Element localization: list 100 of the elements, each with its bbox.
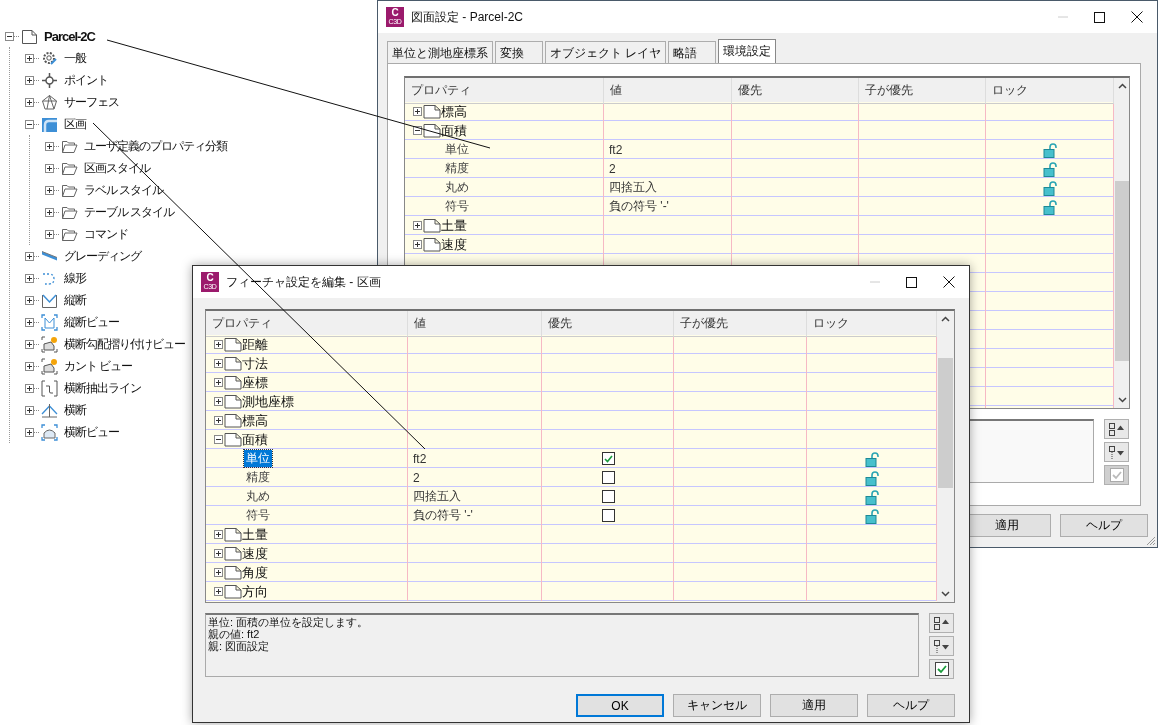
expand-icon[interactable]	[45, 141, 54, 151]
property-value[interactable]: 2	[609, 161, 616, 176]
group-name[interactable]: 座標	[242, 373, 268, 392]
expand-icon[interactable]	[45, 185, 54, 195]
tree-item[interactable]: カント ビュー	[64, 357, 133, 375]
expand-icon[interactable]	[214, 530, 223, 539]
group-name[interactable]: 面積	[441, 121, 467, 140]
expand-icon[interactable]	[214, 397, 223, 406]
tab[interactable]: 略語	[668, 41, 717, 64]
dialog-button[interactable]: キャンセル	[673, 694, 761, 717]
unlocked-icon[interactable]	[865, 469, 879, 486]
tree-item[interactable]: 横断勾配摺り付けビュー	[64, 335, 185, 353]
unlocked-icon[interactable]	[1043, 160, 1057, 177]
expand-icon[interactable]	[214, 568, 223, 577]
tree-item[interactable]: ユーザ定義のプロパティ分類	[84, 137, 227, 155]
checkbox[interactable]	[601, 452, 615, 465]
property-value[interactable]: 負の符号 '-'	[413, 507, 473, 524]
tree-item[interactable]: 横断	[64, 401, 86, 419]
expand-icon[interactable]	[45, 163, 54, 173]
property-value[interactable]: ft2	[413, 451, 427, 466]
collapse-icon[interactable]	[214, 435, 223, 444]
checkbox[interactable]	[601, 509, 615, 522]
property-value[interactable]: 2	[413, 470, 420, 485]
expand-icon[interactable]	[25, 427, 34, 437]
property-name[interactable]: 丸め	[244, 488, 272, 505]
tree-item[interactable]: 線形	[64, 269, 86, 287]
expand-icon[interactable]	[214, 359, 223, 368]
close-icon[interactable]	[943, 276, 955, 288]
collapse-icon[interactable]	[25, 119, 34, 129]
maximize-icon[interactable]	[1094, 11, 1105, 23]
expand-icon[interactable]	[25, 53, 34, 63]
tree-item[interactable]: コマンド	[84, 225, 128, 243]
dialog-button[interactable]: OK	[576, 694, 664, 717]
tree-item[interactable]: 横断ビュー	[64, 423, 119, 441]
dialog-button[interactable]: ヘルプ	[1060, 514, 1148, 537]
checkbox[interactable]	[601, 471, 615, 484]
group-name[interactable]: 速度	[441, 235, 467, 254]
tree-item[interactable]: Parcel-2C	[44, 28, 95, 44]
tab[interactable]: オブジェクト レイヤ	[545, 41, 667, 64]
tree-item[interactable]: 区画スタイル	[84, 159, 150, 177]
resize-grip-icon[interactable]	[1146, 536, 1156, 546]
tool-button[interactable]	[929, 613, 954, 633]
expand-icon[interactable]	[45, 229, 54, 239]
property-name[interactable]: 精度	[244, 469, 272, 486]
property-name[interactable]: 精度	[443, 160, 471, 177]
property-name[interactable]: 符号	[244, 507, 272, 524]
tree-item[interactable]: 縦断	[64, 291, 86, 309]
tool-button[interactable]	[1104, 442, 1129, 462]
tree-item[interactable]: サーフェス	[64, 93, 119, 111]
tool-button[interactable]	[1104, 419, 1129, 439]
group-name[interactable]: 測地座標	[242, 392, 294, 411]
expand-icon[interactable]	[214, 340, 223, 349]
group-name[interactable]: 標高	[441, 102, 467, 121]
group-name[interactable]: 角度	[242, 563, 268, 582]
scrollbar-thumb[interactable]	[938, 358, 953, 488]
maximize-icon[interactable]	[906, 276, 917, 288]
expand-icon[interactable]	[214, 587, 223, 596]
group-name[interactable]: 土量	[441, 216, 467, 235]
expand-icon[interactable]	[25, 75, 34, 85]
group-name[interactable]: 速度	[242, 544, 268, 563]
expand-icon[interactable]	[25, 97, 34, 107]
group-name[interactable]: 距離	[242, 335, 268, 354]
expand-icon[interactable]	[214, 378, 223, 387]
expand-icon[interactable]	[45, 207, 54, 217]
group-name[interactable]: 寸法	[242, 354, 268, 373]
unlocked-icon[interactable]	[865, 450, 879, 467]
dialog-button[interactable]: ヘルプ	[867, 694, 955, 717]
expand-icon[interactable]	[25, 339, 34, 349]
group-name[interactable]: 土量	[242, 525, 268, 544]
collapse-icon[interactable]	[5, 31, 14, 41]
group-name[interactable]: 面積	[242, 430, 268, 449]
expand-icon[interactable]	[25, 405, 34, 415]
tree-item[interactable]: グレーディング	[64, 247, 141, 265]
property-name[interactable]: 符号	[443, 198, 471, 215]
scrollbar-thumb[interactable]	[1115, 181, 1129, 361]
property-value[interactable]: ft2	[609, 142, 623, 157]
expand-icon[interactable]	[413, 221, 422, 230]
group-name[interactable]: 方向	[242, 582, 268, 601]
tab[interactable]: 変換	[495, 41, 543, 64]
property-name[interactable]: 単位	[443, 141, 471, 158]
tool-button[interactable]	[929, 659, 954, 679]
expand-icon[interactable]	[25, 361, 34, 371]
checkbox[interactable]	[601, 490, 615, 503]
expand-icon[interactable]	[214, 549, 223, 558]
property-name[interactable]: 単位	[244, 450, 272, 467]
property-value[interactable]: 四捨五入	[413, 488, 461, 505]
tree-item[interactable]: 一般	[64, 49, 86, 67]
unlocked-icon[interactable]	[1043, 141, 1057, 158]
tree-item[interactable]: 区画	[64, 115, 86, 133]
tool-button[interactable]	[929, 636, 954, 656]
tree-item[interactable]: ポイント	[64, 71, 108, 89]
close-icon[interactable]	[1131, 11, 1143, 23]
expand-icon[interactable]	[214, 416, 223, 425]
tab[interactable]: 単位と測地座標系	[387, 41, 493, 64]
tree-item[interactable]: 横断抽出ライン	[64, 379, 141, 397]
expand-icon[interactable]	[25, 273, 34, 283]
expand-icon[interactable]	[25, 251, 34, 261]
unlocked-icon[interactable]	[1043, 198, 1057, 215]
unlocked-icon[interactable]	[865, 507, 879, 524]
property-value[interactable]: 負の符号 '-'	[609, 198, 669, 215]
